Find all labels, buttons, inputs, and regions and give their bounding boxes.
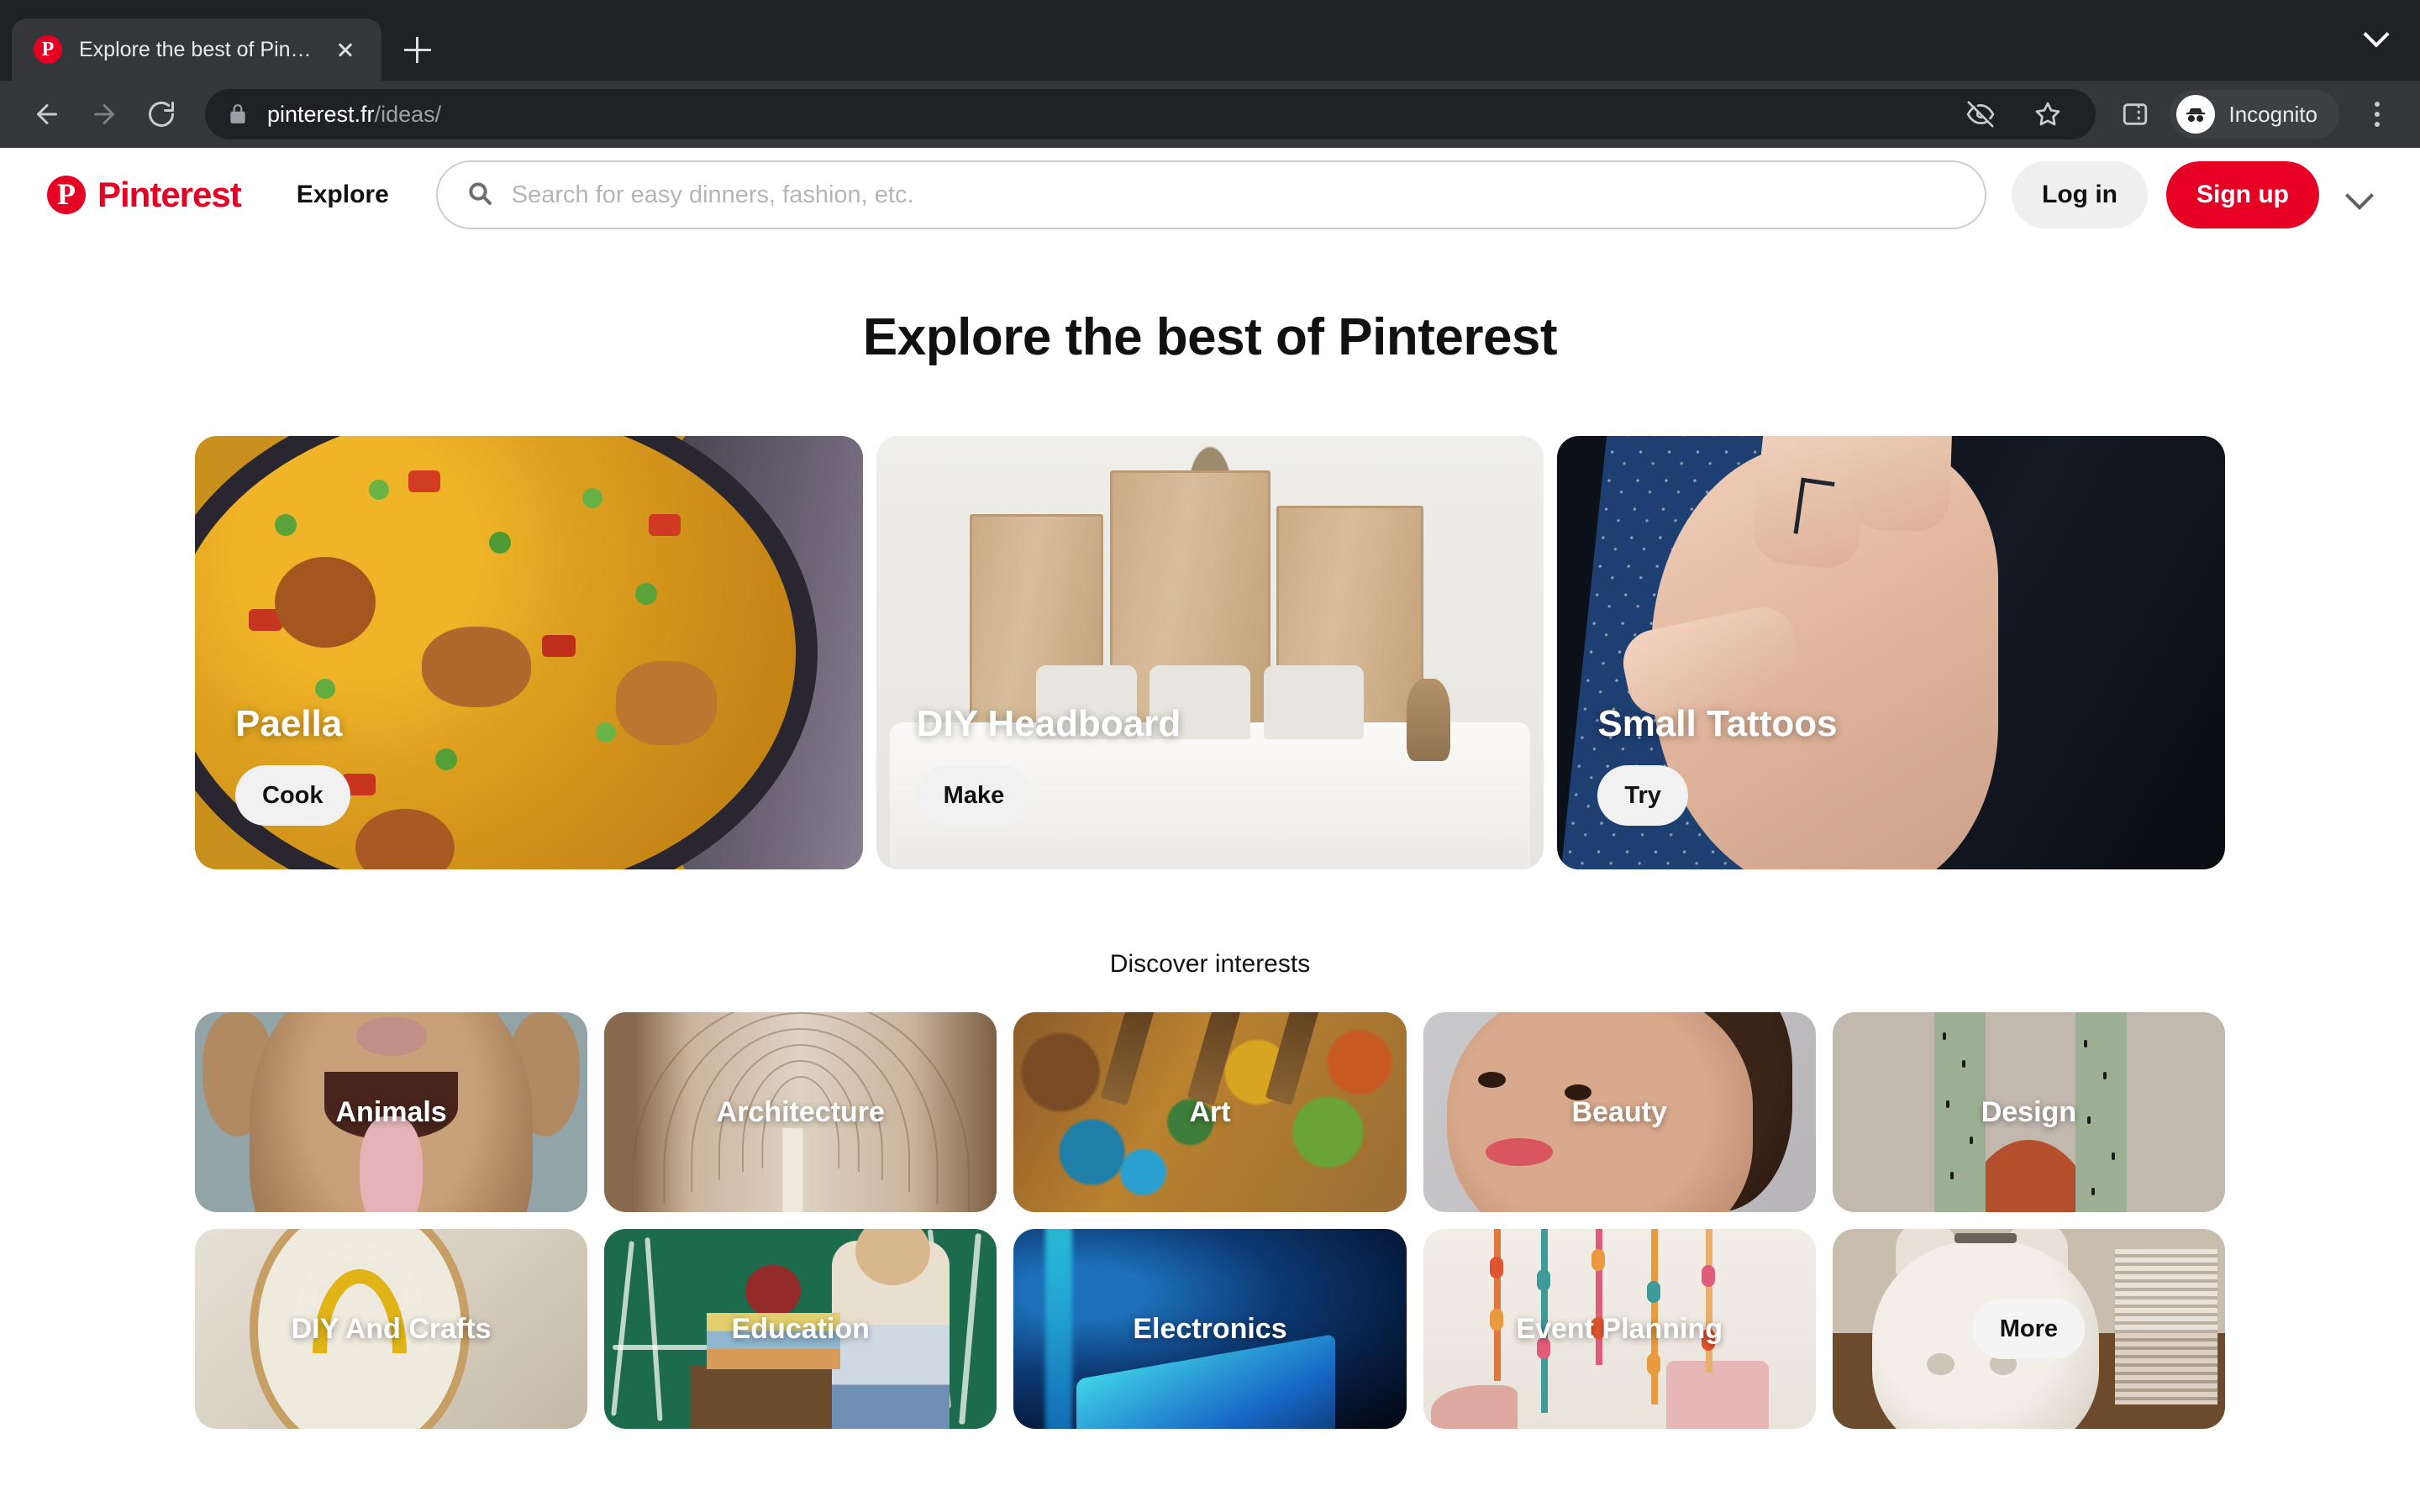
browser-tab[interactable]: P Explore the best of Pinterest <box>12 18 381 81</box>
star-icon[interactable] <box>2025 92 2070 137</box>
tab-strip: P Explore the best of Pinterest <box>0 0 2420 81</box>
url-path: /ideas/ <box>374 101 442 127</box>
pinterest-logo[interactable]: P Pinterest <box>47 175 242 215</box>
feature-card-diy-headboard[interactable]: DIY Headboard Make <box>876 436 1544 869</box>
feature-card-action[interactable]: Make <box>916 765 1032 826</box>
url-text: pinterest.fr/ideas/ <box>267 102 441 128</box>
eye-slash-icon[interactable] <box>1958 92 2003 137</box>
feature-card-action[interactable]: Try <box>1597 765 1688 826</box>
search-icon <box>466 180 493 211</box>
interest-tile-design[interactable]: Design <box>1832 1012 2225 1212</box>
omnibox-actions <box>1958 92 2074 137</box>
incognito-icon <box>2176 95 2216 134</box>
more-button[interactable]: More <box>1972 1299 2086 1359</box>
login-button[interactable]: Log in <box>2012 161 2149 228</box>
new-tab-icon[interactable] <box>390 22 445 77</box>
interest-tile-label: Event Planning <box>1516 1312 1723 1345</box>
feature-cards: Paella Cook DIY Headboard Make Small Tat… <box>0 436 2420 869</box>
interest-tile-electronics[interactable]: Electronics <box>1013 1229 1407 1429</box>
lock-icon <box>227 103 249 125</box>
search-input[interactable]: Search for easy dinners, fashion, etc. <box>435 160 1987 229</box>
search-placeholder: Search for easy dinners, fashion, etc. <box>511 181 914 208</box>
interest-tile-event-planning[interactable]: Event Planning <box>1423 1229 1816 1429</box>
browser-window: P Explore the best of Pinterest pinteres… <box>0 0 2420 1512</box>
discover-interests-title: Discover interests <box>1109 950 1311 978</box>
interest-tile-education[interactable]: Education <box>604 1229 997 1429</box>
interest-tile-label: Animals <box>335 1095 447 1128</box>
url-domain: pinterest.fr <box>267 101 375 127</box>
interest-tile-diy-and-crafts[interactable]: DIY And Crafts <box>195 1229 588 1429</box>
kebab-menu-icon[interactable] <box>2354 92 2400 137</box>
side-panel-icon[interactable] <box>2112 92 2158 137</box>
interest-tile-architecture[interactable]: Architecture <box>604 1012 997 1212</box>
reload-icon[interactable] <box>134 87 188 141</box>
interest-tile-animals[interactable]: Animals <box>195 1012 588 1212</box>
feature-card-action[interactable]: Cook <box>235 765 350 826</box>
interest-tile-label: Beauty <box>1571 1095 1667 1128</box>
interest-tile-label: DIY And Crafts <box>291 1312 492 1345</box>
nav-explore[interactable]: Explore <box>275 167 411 223</box>
address-bar[interactable]: pinterest.fr/ideas/ <box>205 89 2096 139</box>
pinterest-header: P Pinterest Explore Search for easy dinn… <box>0 148 2420 242</box>
feature-card-paella[interactable]: Paella Cook <box>195 436 863 869</box>
interest-tile-label: Design <box>1981 1095 2077 1128</box>
close-icon[interactable] <box>329 34 361 66</box>
chevron-down-icon[interactable] <box>2365 25 2390 40</box>
pinterest-favicon: P <box>34 35 62 64</box>
interest-grid: Animals Architecture Art Beauty Design D… <box>0 1012 2420 1429</box>
interest-tile-label: Electronics <box>1133 1312 1287 1345</box>
tab-title: Explore the best of Pinterest <box>79 37 313 61</box>
interest-tile-art[interactable]: Art <box>1013 1012 1407 1212</box>
feature-card-label: Small Tattoos <box>1597 703 1838 744</box>
feature-card-label: DIY Headboard <box>916 703 1181 744</box>
page-content: P Pinterest Explore Search for easy dinn… <box>0 148 2420 1512</box>
chevron-down-icon[interactable] <box>2341 176 2380 214</box>
feature-card-label: Paella <box>235 703 343 744</box>
interest-tile-label: Art <box>1189 1095 1231 1128</box>
browser-toolbar: pinterest.fr/ideas/ Incognito <box>0 81 2420 148</box>
signup-button[interactable]: Sign up <box>2166 161 2319 228</box>
interest-tile-label: Architecture <box>716 1095 885 1128</box>
pinterest-logo-icon: P <box>47 176 86 214</box>
interest-tile-label: Education <box>731 1312 870 1345</box>
profile-label: Incognito <box>2228 101 2317 127</box>
feature-card-small-tattoos[interactable]: Small Tattoos Try <box>1557 436 2226 869</box>
incognito-profile-button[interactable]: Incognito <box>2170 90 2339 139</box>
interest-tile-beauty[interactable]: Beauty <box>1423 1012 1816 1212</box>
back-arrow-icon[interactable] <box>20 87 74 141</box>
forward-arrow-icon[interactable] <box>77 87 131 141</box>
interest-tile-more[interactable]: More <box>1832 1229 2225 1429</box>
page-title: Explore the best of Pinterest <box>862 308 1558 366</box>
pinterest-logo-text: Pinterest <box>97 175 242 214</box>
